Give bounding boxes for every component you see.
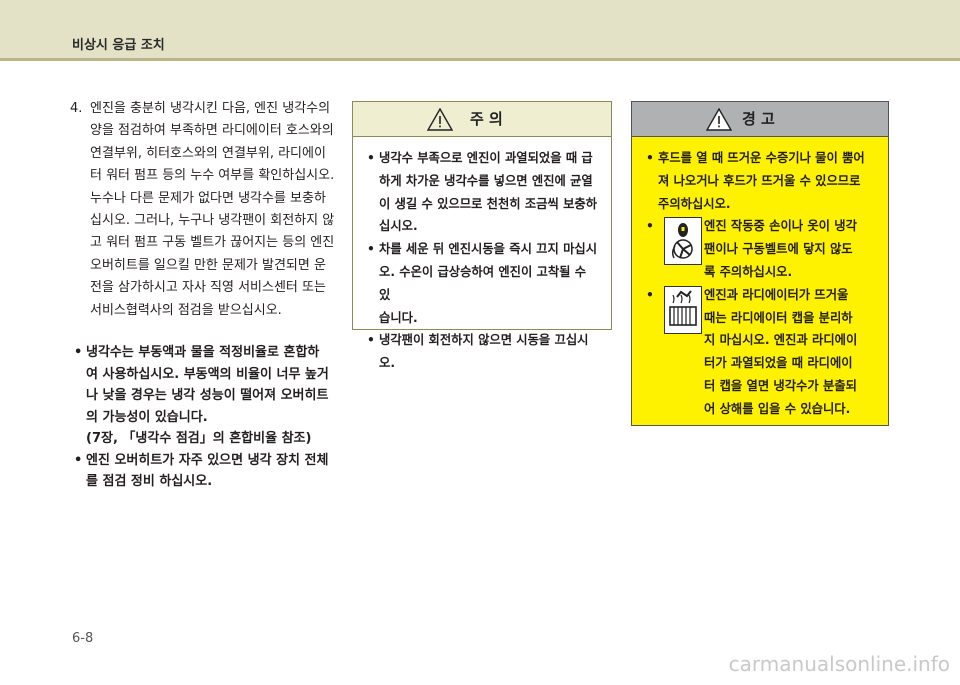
text-line: 냉각수 부족으로 엔진이 과열되었을 때 급 — [379, 151, 593, 165]
text-line: 오. 수온이 급상승하여 엔진이 고착될 수 있 — [379, 264, 587, 302]
text-line: 이 생길 수 있으므로 천천히 조금씩 보충하 — [379, 196, 598, 211]
warning-box: 경 고 • 후드를 열 때 뜨거운 수증기나 물이 뿜어 져 나오거나 후드가 … — [631, 101, 889, 426]
warning-triangle-icon — [427, 108, 453, 131]
watermark: carmanualsonline.info — [728, 652, 950, 676]
text-line: 록 주의하십시오. — [704, 264, 793, 279]
text-line: 엔진과 라디에이터가 뜨거울 — [704, 287, 849, 302]
warning-triangle-icon — [706, 108, 732, 131]
warning-title: 경 고 — [742, 110, 775, 128]
bullet-dot: • — [74, 452, 83, 468]
text-line: 차를 세운 뒤 엔진시동을 즉시 끄지 마십시 — [379, 242, 598, 257]
warning-item-with-pictogram: • 엔진 작동중 손이나 옷이 냉각 팬이나 구동벨트에 닿지 않도 록 주의하… — [642, 215, 878, 283]
text-line: 의 가능성이 있습니다. — [86, 409, 208, 425]
text-line: 연결부위, 히터호스와의 연결부위, 라디에이 — [90, 145, 326, 161]
page-number: 6-8 — [72, 631, 94, 646]
bullet-dot: • — [367, 242, 375, 257]
bullet-dot: • — [646, 219, 654, 234]
step-4: 4. 엔진을 충분히 냉각시킨 다음, 엔진 냉각수의 양을 점검하여 부족하면… — [70, 98, 338, 322]
text-line: 냉각수는 부동액과 물을 적정비율로 혼합하 — [86, 345, 320, 361]
section-title: 비상시 응급 조치 — [72, 38, 165, 53]
text-line: 주의하십시오. — [658, 196, 731, 211]
caution-body: • 냉각수 부족으로 엔진이 과열되었을 때 급 하게 차가운 냉각수를 넣으면… — [353, 137, 611, 375]
text-line: (7장, 「냉각수 점검」의 혼합비율 참조) — [86, 431, 312, 447]
text-line: 팬이나 구동벨트에 닿지 않도 — [704, 242, 853, 257]
caution-item: • 냉각팬이 회전하지 않으면 시동을 끄십시오. — [363, 329, 601, 375]
bullet-dot: • — [646, 151, 654, 165]
text-line: 터 캡을 열면 냉각수가 분출되 — [704, 378, 857, 393]
text-line: 터가 과열되었을 때 라디에이 — [704, 356, 853, 371]
step-number: 4. — [70, 101, 83, 116]
fan-belt-hazard-icon — [664, 217, 702, 266]
text-line: 어 상해를 입을 수 있습니다. — [704, 401, 851, 416]
text-line: 지 마십시오. 엔진과 라디에이 — [704, 333, 858, 348]
bullet-dot: • — [367, 333, 375, 348]
text-line: 를 점검 정비 하십시오. — [86, 474, 213, 490]
caution-item: • 냉각수 부족으로 엔진이 과열되었을 때 급 하게 차가운 냉각수를 넣으면… — [363, 147, 601, 238]
page-header: 비상시 응급 조치 — [0, 0, 960, 58]
text-line: 져 나오거나 후드가 뜨거울 수 있으므로 — [658, 173, 861, 188]
note-bullet: • 엔진 오버히트가 자주 있으면 냉각 장치 전체 를 점검 정비 하십시오. — [70, 450, 338, 493]
text-line: 여 사용하십시오. 부동액의 비율이 너무 높거 — [86, 366, 329, 382]
warning-body: • 후드를 열 때 뜨거운 수증기나 물이 뿜어 져 나오거나 후드가 뜨거울 … — [632, 137, 888, 421]
caution-header: 주 의 — [353, 102, 611, 137]
warning-item-with-pictogram: • 엔진과 라디에이터가 뜨거울 때는 라디에이터 캡을 분리하 지 마십시오.… — [642, 284, 878, 421]
text-line: 십시오. — [379, 219, 418, 234]
caution-box: 주 의 • 냉각수 부족으로 엔진이 과열되었을 때 급 하게 차가운 냉각수를… — [352, 101, 612, 370]
text-line: 습니다. — [379, 310, 418, 325]
text-line: 엔진 오버히트가 자주 있으면 냉각 장치 전체 — [86, 452, 329, 468]
body-text-column: 4. 엔진을 충분히 냉각시킨 다음, 엔진 냉각수의 양을 점검하여 부족하면… — [70, 98, 338, 493]
text-line: 오버히트를 일으킬 만한 문제가 발견되면 운 — [90, 257, 326, 273]
hot-radiator-icon — [664, 285, 702, 334]
text-line: 전을 삼가하시고 자사 직영 서비스센터 또는 — [90, 280, 326, 296]
bullet-dot: • — [367, 151, 375, 165]
text-line: 냉각팬이 회전하지 않으면 시동을 끄십시오. — [379, 333, 589, 371]
text-line: 하게 차가운 냉각수를 넣으면 엔진에 균열 — [379, 173, 593, 188]
text-line: 엔진 작동중 손이나 옷이 냉각 — [704, 219, 857, 234]
text-line: 서비스협력사의 점검을 받으십시오. — [90, 302, 282, 318]
caution-title: 주 의 — [470, 110, 503, 128]
text-line: 엔진을 충분히 냉각시킨 다음, 엔진 냉각수의 — [90, 101, 331, 116]
text-line: 후드를 열 때 뜨거운 수증기나 물이 뿜어 — [658, 151, 865, 165]
warning-item: • 후드를 열 때 뜨거운 수증기나 물이 뿜어 져 나오거나 후드가 뜨거울 … — [642, 147, 878, 215]
note-bullet: • 냉각수는 부동액과 물을 적정비율로 혼합하 여 사용하십시오. 부동액의 … — [70, 342, 338, 450]
text-line: 나 낮을 경우는 냉각 성능이 떨어져 오버히트 — [86, 388, 329, 404]
text-line: 때는 라디에이터 캡을 분리하 — [704, 310, 853, 325]
text-line: 십시오. 그러나, 누구나 냉각팬이 회전하지 않 — [90, 213, 335, 229]
warning-header: 경 고 — [632, 102, 888, 137]
text-line: 누수나 다른 문제가 없다면 냉각수를 보충하 — [90, 190, 326, 206]
text-line: 양을 점검하여 부족하면 라디에이터 호스와의 — [90, 123, 334, 139]
header-divider — [0, 58, 960, 61]
bullet-dot: • — [74, 345, 83, 361]
caution-item: • 차를 세운 뒤 엔진시동을 즉시 끄지 마십시 오. 수온이 급상승하여 엔… — [363, 238, 601, 329]
text-line: 터 워터 펌프 등의 누수 여부를 확인하십시오. — [90, 168, 335, 184]
text-line: 고 워터 펌프 구동 벨트가 끊어지는 등의 엔진 — [90, 235, 335, 251]
bullet-dot: • — [646, 287, 654, 302]
